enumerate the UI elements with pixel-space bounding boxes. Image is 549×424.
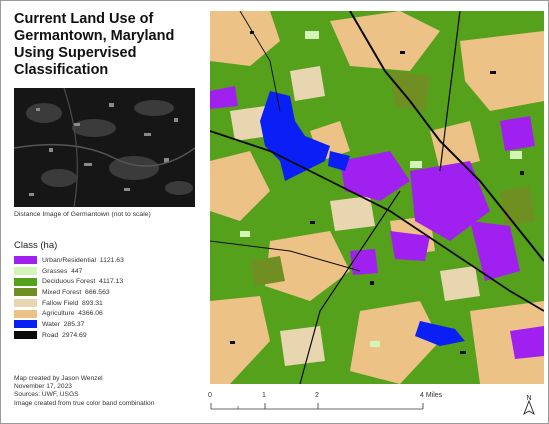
classified-map-graphic xyxy=(210,11,544,384)
legend-label: Urban/Residential 1121.63 xyxy=(42,256,124,264)
north-arrow-icon: N xyxy=(520,392,538,416)
legend-item-urban: Urban/Residential 1121.63 xyxy=(14,255,124,266)
legend-swatch xyxy=(14,256,37,265)
scale-bar: 0 1 2 4 Miles xyxy=(208,392,460,418)
legend-swatch xyxy=(14,277,37,286)
legend-item-agriculture: Agriculture 4366.06 xyxy=(14,308,124,319)
inset-satellite-image xyxy=(14,88,195,207)
legend-swatch xyxy=(14,267,37,276)
inset-image-graphic xyxy=(14,88,195,207)
legend-label: Mixed Forest 666.563 xyxy=(42,288,110,296)
map-title: Current Land Use of Germantown, Maryland… xyxy=(14,11,175,78)
credit-author: Map created by Jason Wenzel xyxy=(14,375,103,382)
legend-item-deciduous: Deciduous Forest 4117.13 xyxy=(14,276,124,287)
credit-date: November 17, 2023 xyxy=(14,383,72,391)
legend: Urban/Residential 1121.63 Grasses 447 De… xyxy=(14,255,124,341)
credit-note: Image created from true color band combi… xyxy=(14,399,155,407)
legend-swatch xyxy=(14,331,37,340)
legend-swatch xyxy=(14,299,37,308)
land-use-map xyxy=(210,11,544,384)
legend-label: Water 285.37 xyxy=(42,320,85,328)
map-credits: Map created by Jason Wenzel November 17,… xyxy=(14,375,154,408)
legend-item-mixed-forest: Mixed Forest 666.563 xyxy=(14,287,124,298)
legend-item-road: Road 2974.69 xyxy=(14,330,124,341)
north-arrow-graphic: N xyxy=(523,395,535,416)
legend-swatch xyxy=(14,288,37,297)
legend-swatch xyxy=(14,309,37,318)
credit-sources: Sources: UWF, USGS xyxy=(14,391,79,399)
legend-label: Deciduous Forest 4117.13 xyxy=(42,278,124,286)
legend-label: Road 2974.69 xyxy=(42,331,87,339)
legend-item-grasses: Grasses 447 xyxy=(14,266,124,277)
inset-caption: Distance Image of Germantown (not to sca… xyxy=(14,211,151,218)
legend-label: Fallow Field 893.31 xyxy=(42,299,103,307)
legend-item-fallow: Fallow Field 893.31 xyxy=(14,298,124,309)
legend-swatch xyxy=(14,320,37,329)
legend-label: Agriculture 4366.06 xyxy=(42,310,103,318)
legend-label: Grasses 447 xyxy=(42,267,83,275)
scale-bar-graphic xyxy=(210,403,424,410)
legend-item-water: Water 285.37 xyxy=(14,319,124,330)
legend-title: Class (ha) xyxy=(14,240,58,251)
